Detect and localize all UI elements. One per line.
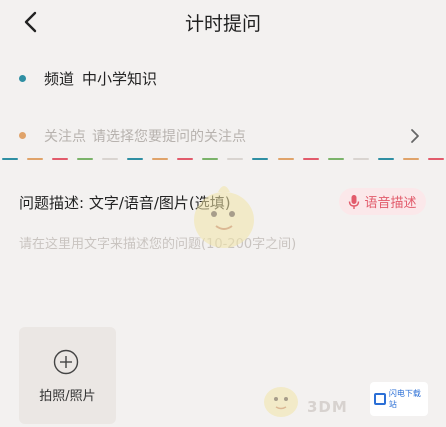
divider-dash [252,158,269,160]
divider-dash [227,158,244,160]
channel-dot-icon [19,75,26,82]
divider-dash [52,158,69,160]
divider-dash [352,158,369,160]
voice-button-label: 语音描述 [364,196,417,211]
divider-dash [102,158,119,160]
divider-dash [377,158,394,160]
channel-value: 中小学知识 [82,70,158,88]
add-photo-button[interactable]: 拍照/照片 [19,327,116,424]
watermark-badge-text: 闪电下载站 [388,389,421,409]
divider-dash [2,158,18,160]
add-circle-icon [53,349,79,375]
divider-dash [77,158,94,160]
divider-dash [27,158,44,160]
watermark-mascot-small-icon [264,387,298,417]
watermark-text: 3DM [307,398,348,416]
divider-dash [177,158,194,160]
channel-label: 频道 [44,70,75,88]
focus-point-selector[interactable]: 关注点 请选择您要提问的关注点 [0,122,446,150]
voice-description-button[interactable]: 语音描述 [339,188,426,215]
download-site-icon [374,393,386,405]
divider-dash [202,158,219,160]
divider-dash [127,158,144,160]
watermark-badge: 闪电下载站 [370,382,428,416]
divider-dash [402,158,419,160]
header-bar: 计时提问 [0,0,446,44]
page-title: 计时提问 [184,13,261,35]
watermark-mascot-icon [194,186,254,248]
focus-placeholder: 请选择您要提问的关注点 [92,129,246,145]
dashed-divider [0,158,446,162]
add-photo-label: 拍照/照片 [39,389,96,404]
microphone-icon [349,194,360,209]
chevron-right-icon [411,129,419,143]
divider-dash [427,158,444,160]
divider-dash [327,158,344,160]
divider-dash [277,158,294,160]
divider-dash [152,158,169,160]
focus-label: 关注点 [44,129,86,145]
divider-dash [302,158,319,160]
channel-row[interactable]: 频道 中小学知识 [0,64,446,92]
focus-dot-icon [19,132,26,139]
